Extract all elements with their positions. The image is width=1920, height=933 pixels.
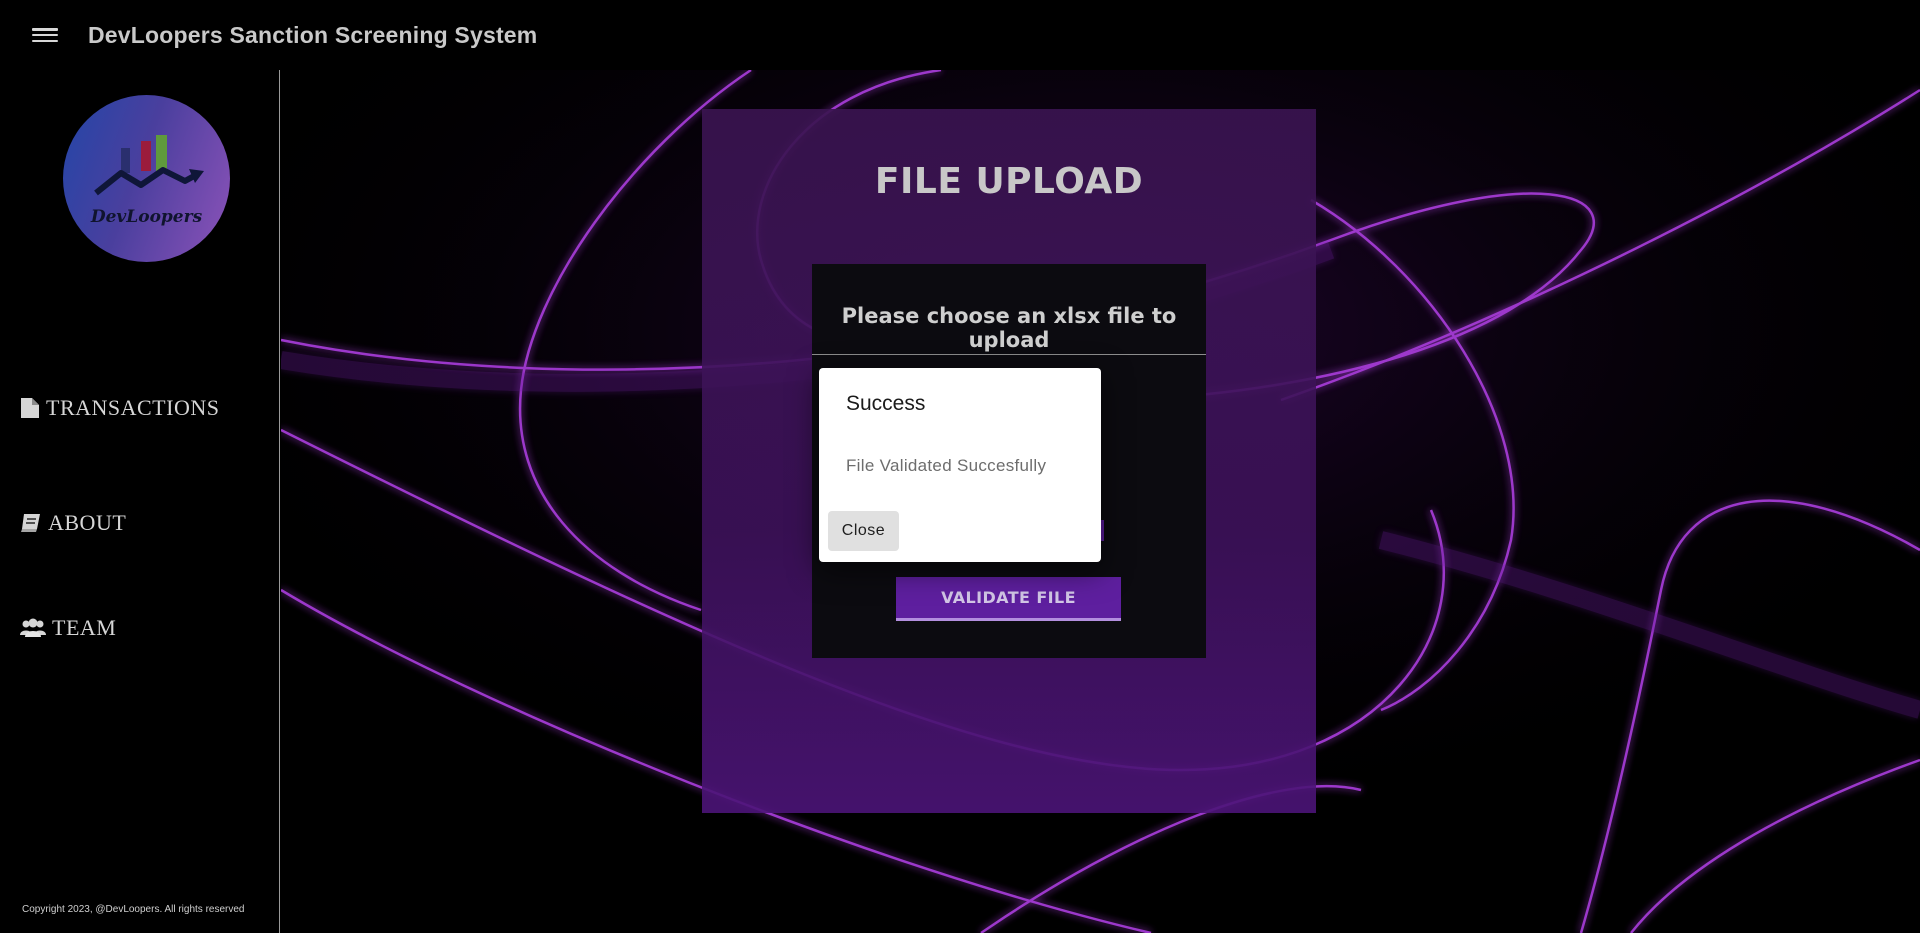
- close-button[interactable]: Close: [828, 511, 899, 551]
- dialog-message: File Validated Succesfully: [846, 456, 1047, 475]
- page-title: FILE UPLOAD: [874, 161, 1144, 202]
- upload-prompt: Please choose an xlsx file to upload: [841, 304, 1177, 352]
- dialog-title: Success: [846, 392, 926, 415]
- chart-logo-icon: [94, 135, 204, 196]
- logo-text: DevLoopers: [90, 207, 203, 227]
- sidebar-item-label: TEAM: [52, 615, 117, 640]
- validate-file-button[interactable]: VALIDATE FILE: [896, 577, 1121, 621]
- app-title: DevLoopers Sanction Screening System: [88, 21, 538, 48]
- sidebar-item-about[interactable]: ABOUT: [20, 510, 126, 536]
- users-icon: [20, 618, 46, 637]
- app-header: DevLoopers Sanction Screening System: [0, 0, 1920, 70]
- success-dialog: Success File Validated Succesfully Close: [819, 368, 1101, 562]
- hamburger-menu-icon[interactable]: [32, 25, 58, 45]
- sidebar: DevLoopers TRANSACTIONS ABOUT TEAM Copyr…: [0, 70, 280, 933]
- sidebar-item-transactions[interactable]: TRANSACTIONS: [20, 395, 219, 421]
- devloopers-logo: DevLoopers: [63, 95, 230, 262]
- divider: [812, 354, 1206, 355]
- file-icon: [21, 398, 39, 418]
- sidebar-item-label: ABOUT: [48, 510, 127, 535]
- copyright-text: Copyright 2023, @DevLoopers. All rights …: [22, 904, 245, 915]
- sidebar-item-label: TRANSACTIONS: [46, 395, 220, 420]
- book-icon: [21, 514, 40, 532]
- sidebar-item-team[interactable]: TEAM: [20, 615, 116, 641]
